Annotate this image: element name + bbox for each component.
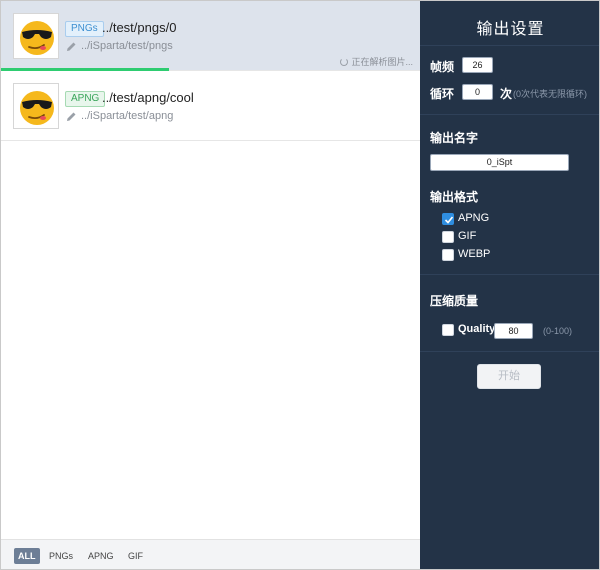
sunglasses-emoji-icon (20, 21, 54, 55)
divider (420, 274, 599, 275)
thumbnail-image (13, 83, 59, 129)
filter-bar: ALL PNGs APNG GIF (1, 539, 420, 569)
filter-gif[interactable]: GIF (124, 548, 147, 564)
parsing-status: 正在解析图片... (340, 55, 413, 68)
checkmark-icon (444, 216, 454, 224)
quality-label: Quality (458, 323, 496, 335)
start-button[interactable]: 开始 (477, 364, 541, 389)
output-name-input[interactable]: 0_iSpt (430, 154, 569, 171)
file-list-item[interactable]: PNGs ../test/pngs/0 ../iSparta/test/pngs… (1, 1, 420, 71)
pencil-icon[interactable] (66, 111, 77, 122)
file-output-path[interactable]: ../iSparta/test/apng (81, 110, 173, 122)
file-type-tag: PNGs (65, 21, 104, 37)
app-window: PNGs ../test/pngs/0 ../iSparta/test/pngs… (0, 0, 600, 570)
divider (420, 114, 599, 115)
format-label: WEBP (458, 248, 491, 260)
filter-all[interactable]: ALL (14, 548, 40, 564)
file-output-path[interactable]: ../iSparta/test/pngs (81, 40, 173, 52)
file-title: ../test/apng/cool (102, 90, 194, 105)
file-type-tag: APNG (65, 91, 106, 107)
checkbox[interactable] (442, 213, 454, 225)
quality-input[interactable]: 80 (494, 323, 533, 339)
format-label: APNG (458, 212, 490, 224)
output-format-label: 输出格式 (430, 190, 479, 204)
loop-hint: (0次代表无限循环) (513, 89, 587, 99)
loop-input[interactable]: 0 (462, 84, 493, 100)
divider (420, 351, 599, 352)
fps-input[interactable]: 26 (462, 57, 493, 73)
filter-apng[interactable]: APNG (84, 548, 118, 564)
thumbnail-image (13, 13, 59, 59)
quality-checkbox[interactable] (442, 324, 454, 336)
divider (420, 45, 599, 46)
file-list-item[interactable]: APNG ../test/apng/cool ../iSparta/test/a… (1, 71, 420, 141)
file-title: ../test/pngs/0 (102, 20, 177, 35)
quality-section-label: 压缩质量 (430, 294, 479, 308)
output-name-label: 输出名字 (430, 131, 479, 145)
file-list: PNGs ../test/pngs/0 ../iSparta/test/pngs… (1, 1, 420, 569)
fps-label: 帧频 (430, 60, 455, 74)
pencil-icon[interactable] (66, 41, 77, 52)
sunglasses-emoji-icon (20, 91, 54, 125)
quality-hint: (0-100) (543, 326, 573, 336)
loop-unit: 次 (500, 87, 513, 101)
format-label: GIF (458, 230, 477, 242)
settings-panel: 输出设置 帧频 26 循环 0 次 (0次代表无限循环) 输出名字 0_iSpt… (420, 1, 599, 569)
parsing-status-text: 正在解析图片... (351, 57, 413, 67)
panel-title: 输出设置 (476, 21, 545, 38)
loop-label: 循环 (430, 87, 455, 101)
checkbox[interactable] (442, 231, 454, 243)
spinner-icon (340, 58, 349, 66)
checkbox[interactable] (442, 249, 454, 261)
filter-pngs[interactable]: PNGs (45, 548, 77, 564)
